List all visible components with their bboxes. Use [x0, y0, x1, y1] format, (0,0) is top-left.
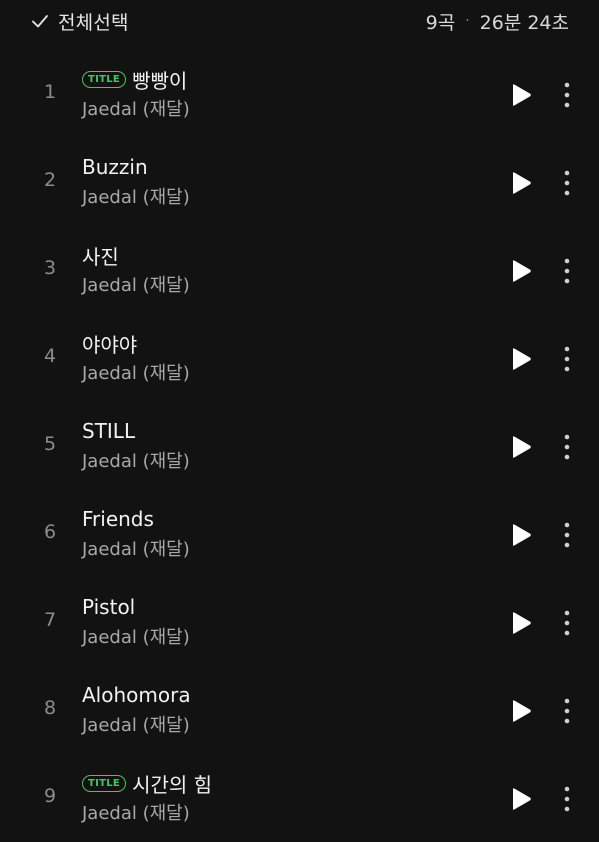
title-track-badge: TITLE: [82, 70, 127, 88]
track-row[interactable]: 5 STILL Jaedal (재달): [0, 402, 599, 490]
track-row[interactable]: 4 야야야 Jaedal (재달): [0, 314, 599, 402]
track-title-line: Pistol: [82, 592, 135, 622]
play-icon[interactable]: [508, 786, 534, 812]
play-icon[interactable]: [508, 82, 534, 108]
track-count: 9곡: [425, 11, 456, 34]
track-title-line: Friends: [82, 504, 154, 534]
track-title[interactable]: Friends: [82, 507, 154, 531]
track-rank: 4: [43, 345, 57, 367]
track-title[interactable]: 시간의 힘: [132, 769, 212, 798]
play-icon[interactable]: [508, 522, 534, 548]
play-icon[interactable]: [508, 698, 534, 724]
check-icon: [32, 15, 48, 28]
track-title-line: 사진: [82, 240, 119, 270]
more-vertical-icon[interactable]: [558, 520, 576, 550]
summary-separator: ·: [465, 13, 470, 29]
more-vertical-icon[interactable]: [558, 696, 576, 726]
track-rank: 7: [43, 609, 57, 631]
play-icon[interactable]: [508, 170, 534, 196]
more-vertical-icon[interactable]: [558, 608, 576, 638]
total-duration: 26분 24초: [479, 11, 569, 34]
play-icon[interactable]: [508, 346, 534, 372]
track-artist[interactable]: Jaedal (재달): [82, 623, 190, 649]
track-title[interactable]: Buzzin: [82, 155, 148, 179]
track-rank: 2: [43, 169, 57, 191]
track-artist[interactable]: Jaedal (재달): [82, 183, 190, 209]
track-title[interactable]: 야야야: [82, 329, 137, 358]
track-artist[interactable]: Jaedal (재달): [82, 359, 190, 385]
track-artist[interactable]: Jaedal (재달): [82, 447, 190, 473]
title-track-badge: TITLE: [82, 774, 127, 792]
more-vertical-icon[interactable]: [558, 80, 576, 110]
select-all-button[interactable]: 전체선택: [30, 6, 129, 36]
track-artist[interactable]: Jaedal (재달): [82, 711, 190, 737]
track-row[interactable]: 7 Pistol Jaedal (재달): [0, 578, 599, 666]
track-title-line: TITLE 빵빵이: [82, 64, 187, 94]
album-summary: 9곡 · 26분 24초: [426, 6, 569, 36]
track-title-line: TITLE 시간의 힘: [82, 768, 212, 798]
play-icon[interactable]: [508, 434, 534, 460]
play-icon[interactable]: [508, 258, 534, 284]
track-title-line: 야야야: [82, 328, 137, 358]
more-vertical-icon[interactable]: [558, 432, 576, 462]
track-title-line: Alohomora: [82, 680, 191, 710]
track-rank: 3: [43, 257, 57, 279]
track-row[interactable]: 2 Buzzin Jaedal (재달): [0, 138, 599, 226]
track-title[interactable]: STILL: [82, 419, 135, 443]
track-list: 1 TITLE 빵빵이 Jaedal (재달) 2 Buzzin Jaedal …: [0, 50, 599, 842]
track-rank: 9: [43, 785, 57, 807]
track-row[interactable]: 3 사진 Jaedal (재달): [0, 226, 599, 314]
track-title[interactable]: Pistol: [82, 595, 135, 619]
track-row[interactable]: 9 TITLE 시간의 힘 Jaedal (재달): [0, 754, 599, 842]
track-list-header: 전체선택 9곡 · 26분 24초: [0, 0, 599, 44]
track-title[interactable]: 사진: [82, 241, 119, 270]
track-row[interactable]: 6 Friends Jaedal (재달): [0, 490, 599, 578]
track-title[interactable]: 빵빵이: [132, 65, 187, 94]
track-rank: 8: [43, 697, 57, 719]
more-vertical-icon[interactable]: [558, 344, 576, 374]
track-artist[interactable]: Jaedal (재달): [82, 95, 190, 121]
track-artist[interactable]: Jaedal (재달): [82, 535, 190, 561]
track-title-line: Buzzin: [82, 152, 148, 182]
play-icon[interactable]: [508, 610, 534, 636]
track-artist[interactable]: Jaedal (재달): [82, 271, 190, 297]
track-title[interactable]: Alohomora: [82, 683, 191, 707]
more-vertical-icon[interactable]: [558, 168, 576, 198]
track-rank: 5: [43, 433, 57, 455]
more-vertical-icon[interactable]: [558, 256, 576, 286]
track-rank: 6: [43, 521, 57, 543]
track-title-line: STILL: [82, 416, 135, 446]
select-all-label: 전체선택: [58, 11, 129, 34]
track-rank: 1: [43, 81, 57, 103]
track-artist[interactable]: Jaedal (재달): [82, 799, 190, 825]
track-row[interactable]: 1 TITLE 빵빵이 Jaedal (재달): [0, 50, 599, 138]
track-row[interactable]: 8 Alohomora Jaedal (재달): [0, 666, 599, 754]
more-vertical-icon[interactable]: [558, 784, 576, 814]
